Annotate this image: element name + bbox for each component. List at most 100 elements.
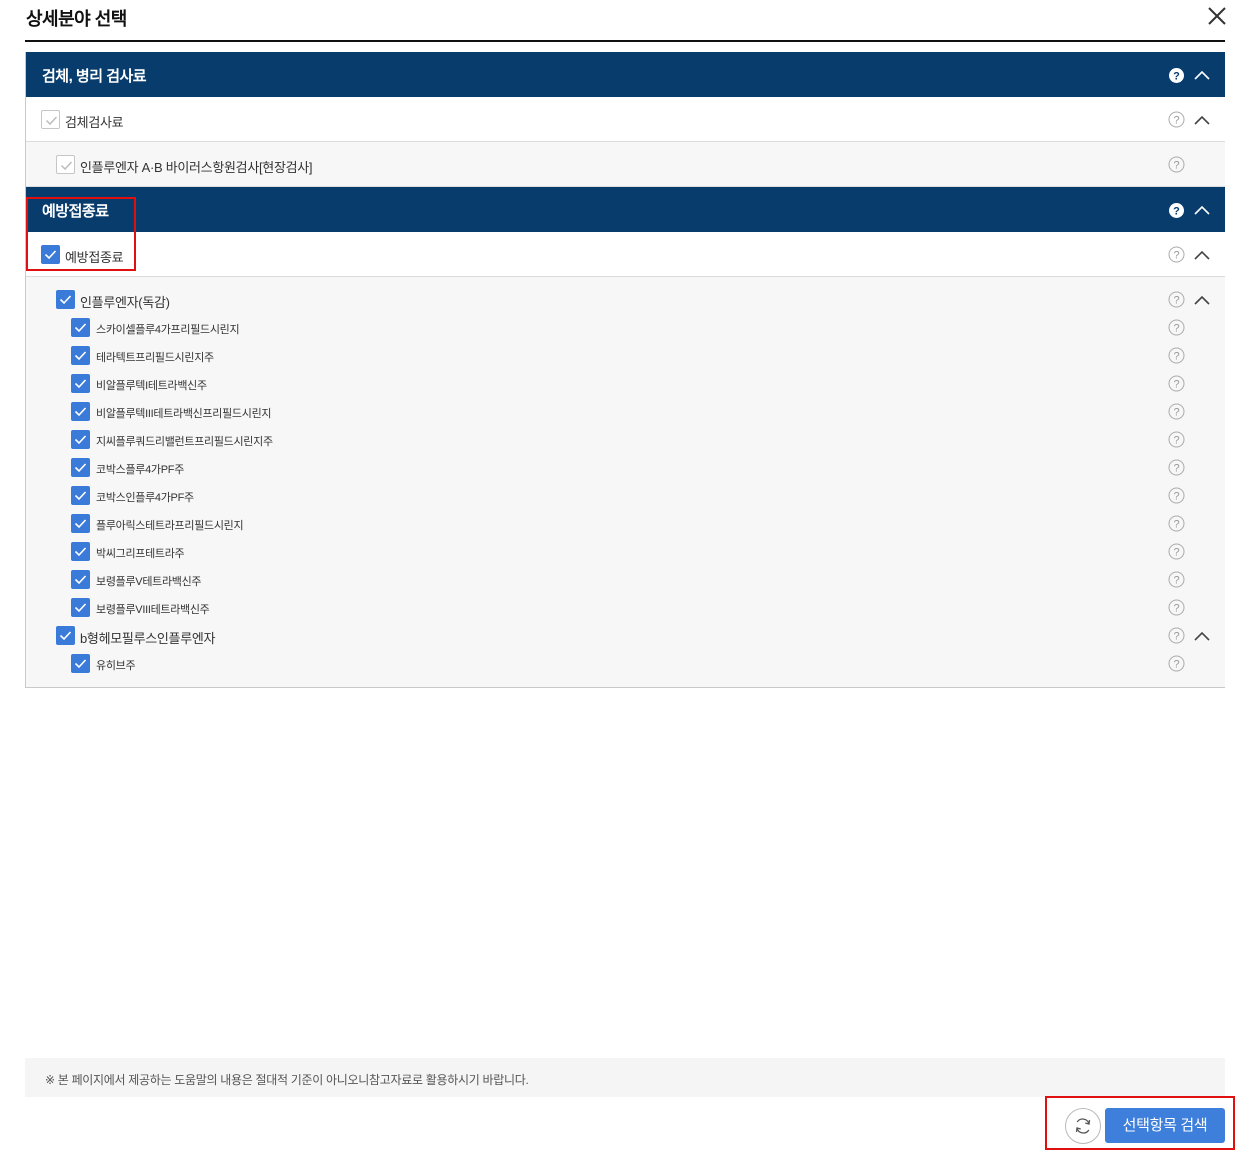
- category-header-vaccination[interactable]: 예방접종료 ?: [26, 187, 1225, 232]
- svg-text:?: ?: [1173, 631, 1179, 643]
- vaccine-list: 인플루엔자(독감) ? 스카이셀플루4가프리필드시린지? 테라텍트프리필드시린지주…: [26, 277, 1225, 687]
- help-icon[interactable]: ?: [1168, 375, 1185, 392]
- help-icon[interactable]: ?: [1168, 246, 1185, 263]
- help-icon[interactable]: ?: [1168, 291, 1185, 308]
- item-label: 코박스플루4가PF주: [96, 464, 185, 476]
- chevron-up-icon[interactable]: [1193, 114, 1211, 126]
- list-item[interactable]: 유히브주?: [26, 652, 1225, 676]
- chevron-up-icon[interactable]: [1193, 69, 1211, 81]
- title-divider: [25, 40, 1225, 42]
- svg-text:?: ?: [1173, 435, 1179, 447]
- list-item[interactable]: 스카이셀플루4가프리필드시린지?: [26, 316, 1225, 340]
- category-label: 예방접종료: [42, 203, 109, 220]
- group-row[interactable]: b형헤모필루스인플루엔자 ?: [26, 624, 1225, 648]
- help-icon[interactable]: ?: [1168, 655, 1185, 672]
- item-label: 박씨그리프테트라주: [96, 548, 185, 560]
- chevron-up-icon[interactable]: [1193, 204, 1211, 216]
- checkbox-checked[interactable]: [56, 290, 75, 309]
- checkbox-checked[interactable]: [71, 458, 90, 477]
- item-label: 인플루엔자 A·B 바이러스항원검사[현장검사]: [80, 160, 313, 175]
- subcategory-row[interactable]: 예방접종료 ?: [26, 232, 1225, 277]
- help-icon[interactable]: ?: [1168, 111, 1185, 128]
- svg-text:?: ?: [1173, 547, 1179, 559]
- svg-text:?: ?: [1173, 659, 1179, 671]
- group-label: 인플루엔자(독감): [80, 295, 170, 310]
- help-icon[interactable]: ?: [1168, 515, 1185, 532]
- list-item[interactable]: 비알플루텍III테트라백신프리필드시린지?: [26, 400, 1225, 424]
- notice-text: ※ 본 페이지에서 제공하는 도움말의 내용은 절대적 기준이 아니오니참고자료…: [45, 1073, 529, 1087]
- subcategory-label: 예방접종료: [65, 250, 124, 265]
- checkbox-checked[interactable]: [71, 514, 90, 533]
- list-item[interactable]: 코박스플루4가PF주?: [26, 456, 1225, 480]
- list-item[interactable]: 코박스인플루4가PF주?: [26, 484, 1225, 508]
- subcategory-row[interactable]: 검체검사료 ?: [26, 97, 1225, 142]
- svg-text:?: ?: [1173, 575, 1179, 587]
- checkbox[interactable]: [56, 155, 75, 174]
- refresh-button[interactable]: [1065, 1108, 1101, 1144]
- item-label: 비알플루텍III테트라백신프리필드시린지: [96, 408, 272, 420]
- help-icon[interactable]: ?: [1168, 599, 1185, 616]
- svg-text:?: ?: [1173, 295, 1179, 307]
- checkbox[interactable]: [41, 110, 60, 129]
- svg-text:?: ?: [1173, 407, 1179, 419]
- category-header-specimen[interactable]: 검체, 병리 검사료 ?: [26, 52, 1225, 97]
- svg-text:?: ?: [1173, 323, 1179, 335]
- help-icon[interactable]: ?: [1168, 202, 1185, 219]
- item-label: 비알플루텍I테트라백신주: [96, 380, 207, 392]
- help-icon[interactable]: ?: [1168, 347, 1185, 364]
- category-tree: 검체, 병리 검사료 ? 검체검사료 ? 인플루엔자 A·B 바이러스항원검사[…: [25, 52, 1225, 688]
- help-icon[interactable]: ?: [1168, 431, 1185, 448]
- list-item[interactable]: 비알플루텍I테트라백신주?: [26, 372, 1225, 396]
- svg-text:?: ?: [1173, 71, 1180, 83]
- checkbox-checked[interactable]: [71, 598, 90, 617]
- item-label: 보령플루VIII테트라백신주: [96, 604, 210, 616]
- list-item[interactable]: 플루아릭스테트라프리필드시린지?: [26, 512, 1225, 536]
- svg-text:?: ?: [1173, 206, 1180, 218]
- item-label: 보령플루V테트라백신주: [96, 576, 202, 588]
- checkbox-checked[interactable]: [71, 402, 90, 421]
- list-item[interactable]: 박씨그리프테트라주?: [26, 540, 1225, 564]
- checkbox-checked[interactable]: [71, 374, 90, 393]
- checkbox-checked[interactable]: [71, 430, 90, 449]
- help-icon[interactable]: ?: [1168, 67, 1185, 84]
- help-icon[interactable]: ?: [1168, 403, 1185, 420]
- checkbox-checked[interactable]: [71, 486, 90, 505]
- list-item[interactable]: 보령플루VIII테트라백신주?: [26, 596, 1225, 620]
- svg-text:?: ?: [1173, 491, 1179, 503]
- modal-title: 상세분야 선택: [26, 9, 127, 29]
- help-icon[interactable]: ?: [1168, 156, 1185, 173]
- checkbox-checked[interactable]: [71, 542, 90, 561]
- svg-text:?: ?: [1173, 250, 1179, 262]
- svg-text:?: ?: [1173, 351, 1179, 363]
- checkbox-checked[interactable]: [56, 626, 75, 645]
- svg-text:?: ?: [1173, 160, 1179, 172]
- checkbox-checked[interactable]: [71, 570, 90, 589]
- help-icon[interactable]: ?: [1168, 487, 1185, 504]
- help-icon[interactable]: ?: [1168, 459, 1185, 476]
- checkbox-checked[interactable]: [41, 245, 60, 264]
- notice-bar: ※ 본 페이지에서 제공하는 도움말의 내용은 절대적 기준이 아니오니참고자료…: [25, 1058, 1225, 1097]
- help-icon[interactable]: ?: [1168, 571, 1185, 588]
- item-label: 스카이셀플루4가프리필드시린지: [96, 324, 240, 336]
- checkbox-checked[interactable]: [71, 654, 90, 673]
- list-item[interactable]: 테라텍트프리필드시린지주?: [26, 344, 1225, 368]
- chevron-up-icon[interactable]: [1193, 249, 1211, 261]
- item-label: 테라텍트프리필드시린지주: [96, 352, 214, 364]
- list-item[interactable]: 인플루엔자 A·B 바이러스항원검사[현장검사] ?: [26, 142, 1225, 187]
- help-icon[interactable]: ?: [1168, 543, 1185, 560]
- list-item[interactable]: 지씨플루쿼드리밸런트프리필드시린지주?: [26, 428, 1225, 452]
- item-label: 지씨플루쿼드리밸런트프리필드시린지주: [96, 436, 273, 448]
- search-selected-button[interactable]: 선택항목 검색: [1105, 1108, 1225, 1143]
- checkbox-checked[interactable]: [71, 346, 90, 365]
- chevron-up-icon[interactable]: [1193, 294, 1211, 306]
- svg-text:?: ?: [1173, 519, 1179, 531]
- help-icon[interactable]: ?: [1168, 627, 1185, 644]
- group-row[interactable]: 인플루엔자(독감) ?: [26, 288, 1225, 312]
- help-icon[interactable]: ?: [1168, 319, 1185, 336]
- refresh-icon: [1075, 1118, 1091, 1134]
- checkbox-checked[interactable]: [71, 318, 90, 337]
- subcategory-label: 검체검사료: [65, 115, 124, 130]
- close-icon[interactable]: [1205, 4, 1229, 28]
- list-item[interactable]: 보령플루V테트라백신주?: [26, 568, 1225, 592]
- chevron-up-icon[interactable]: [1193, 630, 1211, 642]
